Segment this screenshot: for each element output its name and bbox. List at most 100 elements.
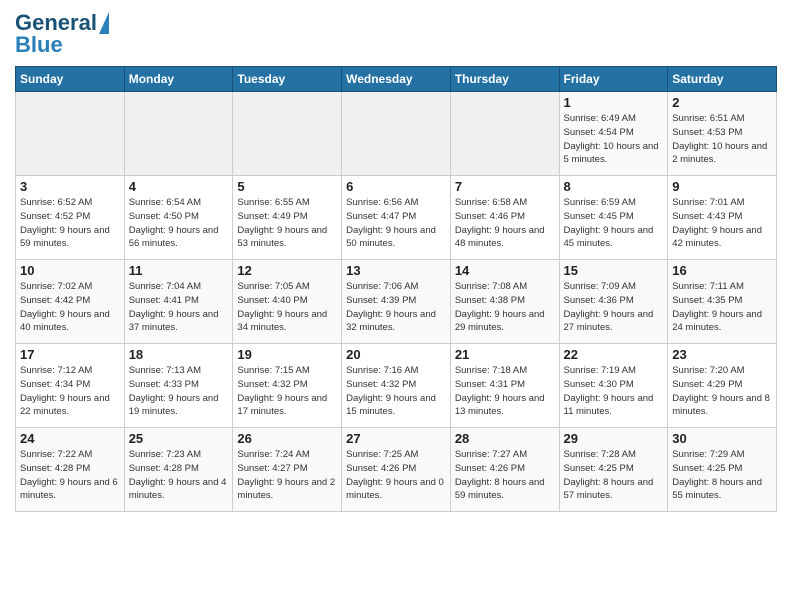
day-info: Sunrise: 6:59 AM Sunset: 4:45 PM Dayligh… bbox=[564, 196, 664, 251]
day-number: 24 bbox=[20, 431, 120, 446]
day-cell bbox=[450, 92, 559, 176]
day-info: Sunrise: 7:13 AM Sunset: 4:33 PM Dayligh… bbox=[129, 364, 229, 419]
day-cell: 4 Sunrise: 6:54 AM Sunset: 4:50 PM Daylig… bbox=[124, 176, 233, 260]
day-info: Sunrise: 7:20 AM Sunset: 4:29 PM Dayligh… bbox=[672, 364, 772, 419]
day-cell: 6 Sunrise: 6:56 AM Sunset: 4:47 PM Daylig… bbox=[342, 176, 451, 260]
day-cell: 20 Sunrise: 7:16 AM Sunset: 4:32 PM Dayli… bbox=[342, 344, 451, 428]
day-info: Sunrise: 7:24 AM Sunset: 4:27 PM Dayligh… bbox=[237, 448, 337, 503]
day-number: 2 bbox=[672, 95, 772, 110]
day-header-thursday: Thursday bbox=[450, 67, 559, 92]
header: General Blue bbox=[15, 10, 777, 58]
day-number: 25 bbox=[129, 431, 229, 446]
day-header-monday: Monday bbox=[124, 67, 233, 92]
day-info: Sunrise: 7:01 AM Sunset: 4:43 PM Dayligh… bbox=[672, 196, 772, 251]
day-info: Sunrise: 6:58 AM Sunset: 4:46 PM Dayligh… bbox=[455, 196, 555, 251]
day-header-wednesday: Wednesday bbox=[342, 67, 451, 92]
day-cell: 8 Sunrise: 6:59 AM Sunset: 4:45 PM Daylig… bbox=[559, 176, 668, 260]
day-cell: 19 Sunrise: 7:15 AM Sunset: 4:32 PM Dayli… bbox=[233, 344, 342, 428]
day-info: Sunrise: 7:16 AM Sunset: 4:32 PM Dayligh… bbox=[346, 364, 446, 419]
day-info: Sunrise: 6:51 AM Sunset: 4:53 PM Dayligh… bbox=[672, 112, 772, 167]
day-cell bbox=[16, 92, 125, 176]
day-info: Sunrise: 7:15 AM Sunset: 4:32 PM Dayligh… bbox=[237, 364, 337, 419]
day-number: 3 bbox=[20, 179, 120, 194]
day-number: 22 bbox=[564, 347, 664, 362]
day-number: 5 bbox=[237, 179, 337, 194]
day-header-saturday: Saturday bbox=[668, 67, 777, 92]
day-cell bbox=[233, 92, 342, 176]
day-cell: 25 Sunrise: 7:23 AM Sunset: 4:28 PM Dayli… bbox=[124, 428, 233, 512]
day-cell: 15Sunrise: 7:09 AM Sunset: 4:36 PM Dayli… bbox=[559, 260, 668, 344]
day-number: 30 bbox=[672, 431, 772, 446]
day-cell: 26 Sunrise: 7:24 AM Sunset: 4:27 PM Dayli… bbox=[233, 428, 342, 512]
day-cell: 14Sunrise: 7:08 AM Sunset: 4:38 PM Dayli… bbox=[450, 260, 559, 344]
day-cell: 29 Sunrise: 7:28 AM Sunset: 4:25 PM Dayli… bbox=[559, 428, 668, 512]
week-row-4: 17 Sunrise: 7:12 AM Sunset: 4:34 PM Dayli… bbox=[16, 344, 777, 428]
day-number: 13 bbox=[346, 263, 446, 278]
day-cell: 3 Sunrise: 6:52 AM Sunset: 4:52 PM Daylig… bbox=[16, 176, 125, 260]
day-cell: 30 Sunrise: 7:29 AM Sunset: 4:25 PM Dayli… bbox=[668, 428, 777, 512]
day-header-friday: Friday bbox=[559, 67, 668, 92]
day-number: 29 bbox=[564, 431, 664, 446]
day-number: 18 bbox=[129, 347, 229, 362]
day-number: 1 bbox=[564, 95, 664, 110]
day-cell: 7 Sunrise: 6:58 AM Sunset: 4:46 PM Daylig… bbox=[450, 176, 559, 260]
day-info: Sunrise: 7:23 AM Sunset: 4:28 PM Dayligh… bbox=[129, 448, 229, 503]
day-cell: 9 Sunrise: 7:01 AM Sunset: 4:43 PM Daylig… bbox=[668, 176, 777, 260]
day-number: 28 bbox=[455, 431, 555, 446]
day-number: 19 bbox=[237, 347, 337, 362]
calendar-table: SundayMondayTuesdayWednesdayThursdayFrid… bbox=[15, 66, 777, 512]
day-number: 21 bbox=[455, 347, 555, 362]
day-number: 27 bbox=[346, 431, 446, 446]
day-cell: 1 Sunrise: 6:49 AM Sunset: 4:54 PM Daylig… bbox=[559, 92, 668, 176]
day-info: Sunrise: 6:52 AM Sunset: 4:52 PM Dayligh… bbox=[20, 196, 120, 251]
day-cell: 12 Sunrise: 7:05 AM Sunset: 4:40 PM Dayli… bbox=[233, 260, 342, 344]
day-number: 6 bbox=[346, 179, 446, 194]
main-container: General Blue SundayMondayTuesdayWednesda… bbox=[0, 0, 792, 522]
week-row-1: 1 Sunrise: 6:49 AM Sunset: 4:54 PM Daylig… bbox=[16, 92, 777, 176]
day-number: 4 bbox=[129, 179, 229, 194]
day-number: 16 bbox=[672, 263, 772, 278]
days-header-row: SundayMondayTuesdayWednesdayThursdayFrid… bbox=[16, 67, 777, 92]
day-info: Sunrise: 7:12 AM Sunset: 4:34 PM Dayligh… bbox=[20, 364, 120, 419]
day-number: 8 bbox=[564, 179, 664, 194]
day-info: Sunrise: 7:25 AM Sunset: 4:26 PM Dayligh… bbox=[346, 448, 446, 503]
day-cell: 28Sunrise: 7:27 AM Sunset: 4:26 PM Dayli… bbox=[450, 428, 559, 512]
day-number: 17 bbox=[20, 347, 120, 362]
week-row-5: 24 Sunrise: 7:22 AM Sunset: 4:28 PM Dayli… bbox=[16, 428, 777, 512]
day-cell: 18 Sunrise: 7:13 AM Sunset: 4:33 PM Dayli… bbox=[124, 344, 233, 428]
day-number: 26 bbox=[237, 431, 337, 446]
day-number: 12 bbox=[237, 263, 337, 278]
day-number: 11 bbox=[129, 263, 229, 278]
day-cell: 22 Sunrise: 7:19 AM Sunset: 4:30 PM Dayli… bbox=[559, 344, 668, 428]
day-cell: 16Sunrise: 7:11 AM Sunset: 4:35 PM Dayli… bbox=[668, 260, 777, 344]
day-info: Sunrise: 6:49 AM Sunset: 4:54 PM Dayligh… bbox=[564, 112, 664, 167]
day-info: Sunrise: 6:54 AM Sunset: 4:50 PM Dayligh… bbox=[129, 196, 229, 251]
day-info: Sunrise: 7:18 AM Sunset: 4:31 PM Dayligh… bbox=[455, 364, 555, 419]
day-info: Sunrise: 7:09 AM Sunset: 4:36 PM Dayligh… bbox=[564, 280, 664, 335]
logo: General Blue bbox=[15, 10, 109, 58]
day-info: Sunrise: 7:28 AM Sunset: 4:25 PM Dayligh… bbox=[564, 448, 664, 503]
day-number: 14 bbox=[455, 263, 555, 278]
day-info: Sunrise: 7:06 AM Sunset: 4:39 PM Dayligh… bbox=[346, 280, 446, 335]
day-cell: 5Sunrise: 6:55 AM Sunset: 4:49 PM Daylig… bbox=[233, 176, 342, 260]
week-row-2: 3 Sunrise: 6:52 AM Sunset: 4:52 PM Daylig… bbox=[16, 176, 777, 260]
day-cell: 17 Sunrise: 7:12 AM Sunset: 4:34 PM Dayli… bbox=[16, 344, 125, 428]
day-header-tuesday: Tuesday bbox=[233, 67, 342, 92]
day-info: Sunrise: 7:22 AM Sunset: 4:28 PM Dayligh… bbox=[20, 448, 120, 503]
day-info: Sunrise: 7:19 AM Sunset: 4:30 PM Dayligh… bbox=[564, 364, 664, 419]
day-cell: 27 Sunrise: 7:25 AM Sunset: 4:26 PM Dayli… bbox=[342, 428, 451, 512]
day-cell: 21 Sunrise: 7:18 AM Sunset: 4:31 PM Dayli… bbox=[450, 344, 559, 428]
day-number: 9 bbox=[672, 179, 772, 194]
day-info: Sunrise: 7:02 AM Sunset: 4:42 PM Dayligh… bbox=[20, 280, 120, 335]
day-info: Sunrise: 6:56 AM Sunset: 4:47 PM Dayligh… bbox=[346, 196, 446, 251]
day-cell: 2 Sunrise: 6:51 AM Sunset: 4:53 PM Daylig… bbox=[668, 92, 777, 176]
day-number: 20 bbox=[346, 347, 446, 362]
day-info: Sunrise: 7:04 AM Sunset: 4:41 PM Dayligh… bbox=[129, 280, 229, 335]
day-info: Sunrise: 7:05 AM Sunset: 4:40 PM Dayligh… bbox=[237, 280, 337, 335]
day-cell: 13 Sunrise: 7:06 AM Sunset: 4:39 PM Dayli… bbox=[342, 260, 451, 344]
day-cell: 23Sunrise: 7:20 AM Sunset: 4:29 PM Dayli… bbox=[668, 344, 777, 428]
week-row-3: 10Sunrise: 7:02 AM Sunset: 4:42 PM Dayli… bbox=[16, 260, 777, 344]
day-header-sunday: Sunday bbox=[16, 67, 125, 92]
day-info: Sunrise: 7:29 AM Sunset: 4:25 PM Dayligh… bbox=[672, 448, 772, 503]
day-number: 7 bbox=[455, 179, 555, 194]
